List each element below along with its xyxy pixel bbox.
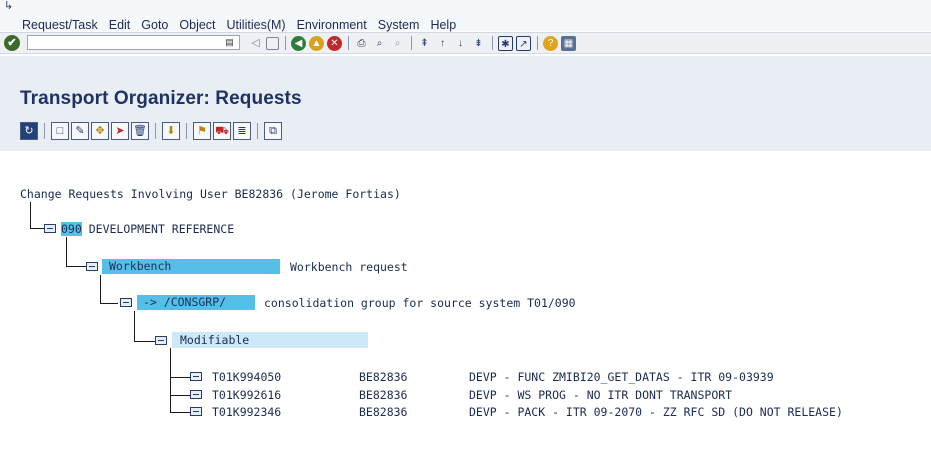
folder-icon[interactable] bbox=[190, 407, 202, 416]
client-label: DEVELOPMENT REFERENCE bbox=[88, 222, 235, 236]
help-icon[interactable]: ? bbox=[543, 35, 558, 51]
exit-icon[interactable]: ▲ bbox=[309, 35, 324, 51]
request-owner: BE82836 bbox=[359, 388, 408, 402]
status-label[interactable]: Modifiable bbox=[172, 333, 249, 347]
group-node[interactable]: -> /CONSGRP/ bbox=[137, 295, 255, 310]
client-node[interactable]: 090 DEVELOPMENT REFERENCE bbox=[61, 222, 234, 236]
next-page-icon[interactable]: ↓ bbox=[453, 36, 468, 51]
request-description: DEVP - FUNC ZMIBI20_GET_DATAS - ITR 09-0… bbox=[469, 370, 774, 384]
first-page-icon[interactable]: ⇞ bbox=[417, 36, 432, 51]
truck-icon[interactable]: ⛟ bbox=[213, 122, 231, 140]
create-session-icon[interactable]: ✱ bbox=[498, 35, 513, 51]
tree-connector bbox=[170, 348, 171, 413]
workbench-label[interactable]: Workbench bbox=[102, 259, 171, 273]
title-area: Transport Organizer: Requests bbox=[0, 56, 931, 114]
application-toolbar-icons: ↻ □ ✎ ✥ ➤ 🗑 ⬇ ⚑ ⛟ ≣ ⧉ bbox=[20, 122, 284, 140]
request-description: DEVP - PACK - ITR 09-2070 - ZZ RFC SD (D… bbox=[469, 405, 843, 419]
delete-icon[interactable]: 🗑 bbox=[131, 122, 149, 140]
folder-icon[interactable] bbox=[120, 298, 132, 307]
print-icon[interactable]: ⎙ bbox=[354, 36, 369, 51]
request-owner: BE82836 bbox=[359, 370, 408, 384]
tree-connector bbox=[100, 303, 118, 304]
menu-utilities[interactable]: Utilities(M) bbox=[227, 18, 286, 32]
release-icon[interactable]: ➤ bbox=[111, 122, 129, 140]
menu-request-task[interactable]: Request/Task bbox=[22, 18, 98, 32]
standard-toolbar: ✔ ▤ ◁ ◀ ▲ ✕ ⎙ ⌕ ⌕ ⇞ ↑ ↓ ⇟ ✱ ↗ ? ▦ bbox=[0, 32, 931, 54]
menu-goto[interactable]: Goto bbox=[141, 18, 168, 32]
tree-connector bbox=[30, 228, 44, 229]
tree-connector bbox=[66, 237, 67, 266]
refresh-icon[interactable]: ↻ bbox=[20, 122, 38, 140]
change-icon[interactable]: ✎ bbox=[71, 122, 89, 140]
where-used-icon[interactable]: ⧉ bbox=[264, 122, 282, 140]
separator bbox=[257, 123, 258, 139]
prev-page-icon[interactable]: ↑ bbox=[435, 36, 450, 51]
command-input[interactable] bbox=[28, 39, 243, 53]
menu-edit[interactable]: Edit bbox=[109, 18, 131, 32]
application-toolbar: ↻ □ ✎ ✥ ➤ 🗑 ⬇ ⚑ ⛟ ≣ ⧉ bbox=[0, 114, 931, 151]
menu-bar: ↳ Request/Task Edit Goto Object Utilitie… bbox=[0, 0, 931, 32]
tree-connector bbox=[30, 202, 31, 228]
create-icon[interactable]: □ bbox=[51, 122, 69, 140]
transport-icon[interactable]: ⚑ bbox=[193, 122, 211, 140]
tree-connector bbox=[170, 412, 190, 413]
menu-items: Request/Task Edit Goto Object Utilities(… bbox=[22, 18, 467, 32]
sort-icon[interactable]: ⬇ bbox=[162, 122, 180, 140]
move-icon[interactable]: ✥ bbox=[91, 122, 109, 140]
tree-connector bbox=[100, 275, 101, 303]
enter-icon[interactable]: ✔ bbox=[4, 35, 20, 51]
folder-icon[interactable] bbox=[190, 372, 202, 381]
cancel-icon[interactable]: ✕ bbox=[327, 35, 342, 51]
group-label[interactable]: -> /CONSGRP/ bbox=[137, 295, 226, 309]
separator bbox=[285, 36, 286, 50]
tree-connector bbox=[134, 341, 155, 342]
folder-icon[interactable] bbox=[190, 390, 202, 399]
separator bbox=[411, 36, 412, 50]
separator bbox=[44, 123, 45, 139]
shortcut-icon[interactable]: ↗ bbox=[516, 35, 531, 51]
folder-icon[interactable] bbox=[44, 224, 56, 233]
request-id[interactable]: T01K992346 bbox=[212, 405, 281, 419]
last-page-icon[interactable]: ⇟ bbox=[471, 36, 486, 51]
system-menu-icon[interactable]: ↳ bbox=[4, 1, 17, 12]
group-description: consolidation group for source system T0… bbox=[264, 296, 576, 310]
request-owner: BE82836 bbox=[359, 405, 408, 419]
menu-help[interactable]: Help bbox=[430, 18, 456, 32]
folder-icon[interactable] bbox=[86, 262, 98, 271]
back-nav-icon[interactable]: ◀ bbox=[291, 35, 306, 51]
back-icon[interactable]: ◁ bbox=[248, 36, 263, 51]
command-field[interactable] bbox=[27, 35, 243, 53]
workbench-description: Workbench request bbox=[290, 260, 408, 274]
tree-connector bbox=[134, 311, 135, 341]
display-object-list-icon[interactable]: ≣ bbox=[233, 122, 251, 140]
tree-root-label: Change Requests Involving User BE82836 (… bbox=[20, 187, 401, 201]
page-title: Transport Organizer: Requests bbox=[20, 88, 302, 109]
separator bbox=[155, 123, 156, 139]
menu-system[interactable]: System bbox=[378, 18, 420, 32]
find-icon[interactable]: ⌕ bbox=[372, 36, 387, 51]
folder-icon[interactable] bbox=[155, 336, 167, 345]
find-next-icon[interactable]: ⌕ bbox=[390, 36, 405, 51]
request-id[interactable]: T01K992616 bbox=[212, 388, 281, 402]
separator bbox=[186, 123, 187, 139]
layout-icon[interactable]: ▦ bbox=[561, 35, 576, 51]
request-id[interactable]: T01K994050 bbox=[212, 370, 281, 384]
request-tree: Change Requests Involving User BE82836 (… bbox=[0, 151, 931, 453]
request-description: DEVP - WS PROG - NO ITR DONT TRANSPORT bbox=[469, 388, 733, 402]
menu-object[interactable]: Object bbox=[179, 18, 215, 32]
tree-connector bbox=[170, 377, 190, 378]
separator bbox=[348, 36, 349, 50]
tree-connector bbox=[170, 395, 190, 396]
workbench-node[interactable]: Workbench bbox=[102, 259, 280, 274]
status-node[interactable]: Modifiable bbox=[172, 332, 368, 348]
save-icon[interactable] bbox=[266, 36, 279, 50]
command-history-icon[interactable]: ▤ bbox=[225, 37, 234, 47]
standard-toolbar-icons: ◁ ◀ ▲ ✕ ⎙ ⌕ ⌕ ⇞ ↑ ↓ ⇟ ✱ ↗ ? ▦ bbox=[248, 35, 579, 51]
separator bbox=[492, 36, 493, 50]
separator bbox=[537, 36, 538, 50]
client-code[interactable]: 090 bbox=[61, 222, 82, 236]
tree-connector bbox=[66, 266, 86, 267]
menu-environment[interactable]: Environment bbox=[297, 18, 367, 32]
